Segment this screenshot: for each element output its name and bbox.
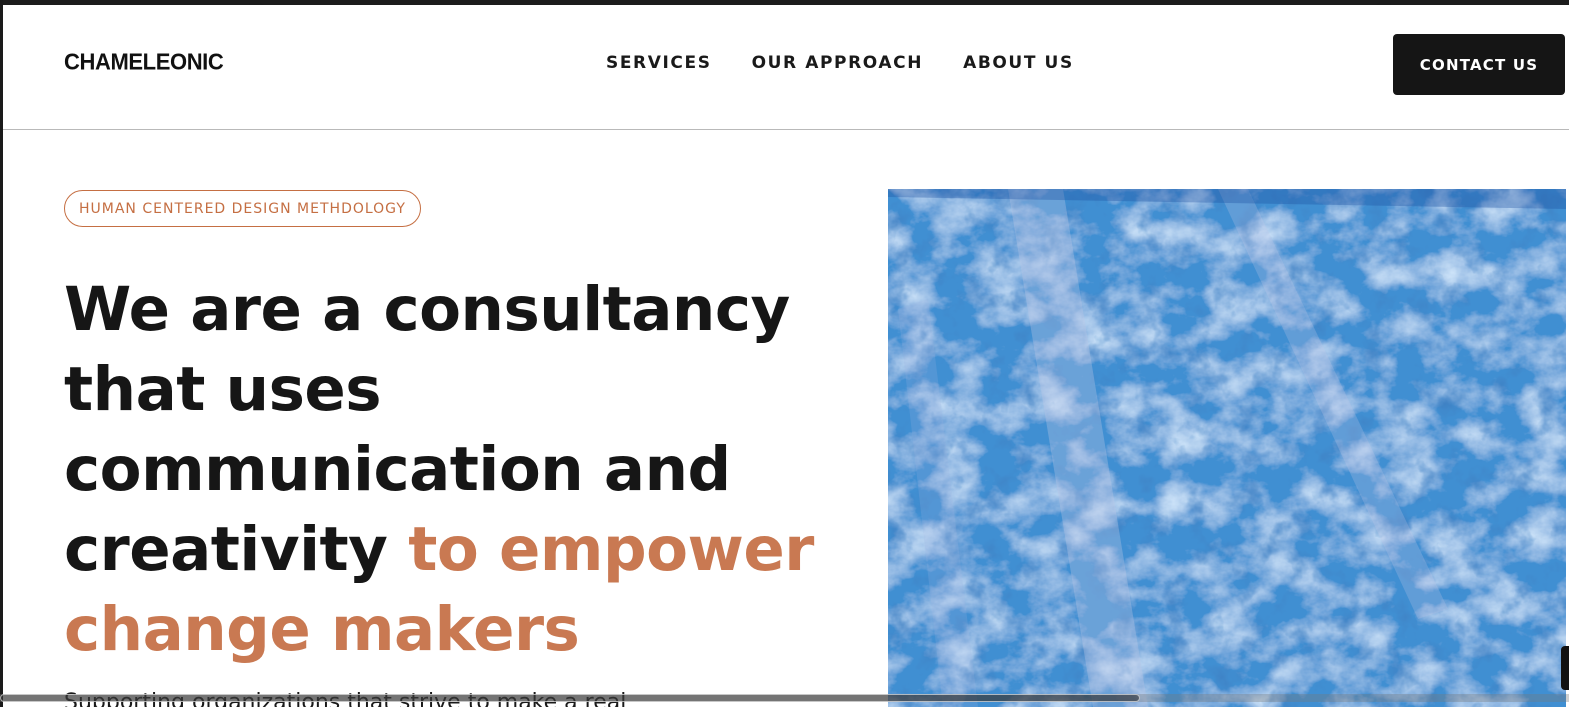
hero-headline: We are a consultancy that uses communica… <box>64 270 844 670</box>
main-nav: SERVICES OUR APPROACH ABOUT US <box>606 53 1074 73</box>
contact-us-button[interactable]: CONTACT US <box>1393 34 1565 95</box>
page: CHAMELEONIC SERVICES OUR APPROACH ABOUT … <box>0 0 1569 707</box>
site-logo[interactable]: CHAMELEONIC <box>64 48 224 75</box>
glacier-ice-image <box>888 189 1566 707</box>
horizontal-scrollbar-thumb[interactable] <box>0 694 1140 702</box>
methodology-tag: HUMAN CENTERED DESIGN METHDOLOGY <box>64 190 421 227</box>
side-handle[interactable] <box>1561 646 1569 690</box>
nav-item-about-us[interactable]: ABOUT US <box>963 53 1074 73</box>
nav-item-services[interactable]: SERVICES <box>606 53 712 73</box>
site-header: CHAMELEONIC SERVICES OUR APPROACH ABOUT … <box>3 5 1569 130</box>
nav-item-our-approach[interactable]: OUR APPROACH <box>752 53 924 73</box>
